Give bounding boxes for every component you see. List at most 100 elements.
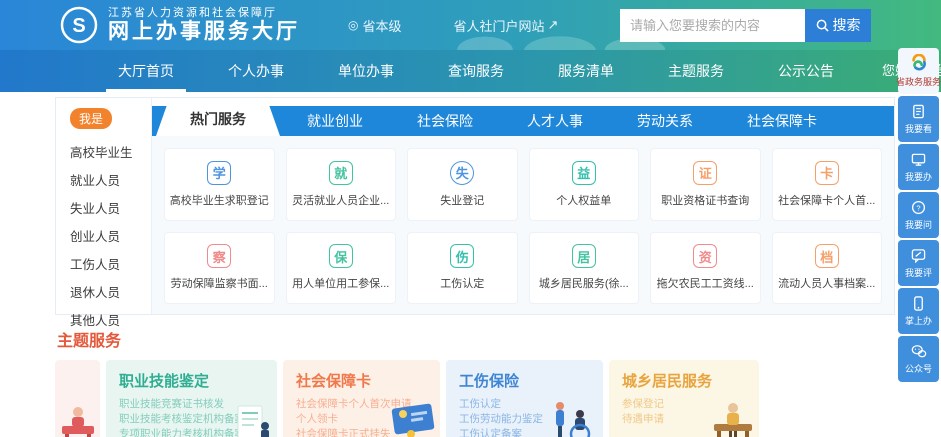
social-card-illustration-icon [385,402,437,437]
nav-item-service-list[interactable]: 服务清单 [552,50,620,92]
archive-doc-icon: 档 [815,244,839,268]
quickbar-wechat[interactable]: 公众号 [898,336,939,382]
quickbar-ask[interactable]: ? 我要问 [898,192,939,238]
service-grid: 学 高校毕业生求职登记 就 灵活就业人员企业... 失 失业登记 益 个人权益单… [152,136,894,314]
service-card[interactable]: 失 失业登记 [407,148,518,221]
service-label: 个人权益单 [556,192,611,208]
flexible-employment-doc-icon: 就 [329,161,353,185]
social-security-card-icon: 卡 [815,161,839,185]
identity-badge: 我是 [70,108,112,129]
theme-card-partial[interactable] [55,360,100,437]
unemployment-circle-icon: 失 [450,161,474,185]
service-card[interactable]: 察 劳动保障监察书面... [164,232,275,305]
nav-item-home[interactable]: 大厅首页 [112,50,180,92]
svg-text:?: ? [916,203,920,212]
nav-item-query[interactable]: 查询服务 [442,50,510,92]
theme-carousel: 职业技能鉴定 职业技能竞赛证书核发 职业技能考核鉴定机构备案 专项职业能力考核机… [55,360,895,437]
quickbar-label: 我要问 [905,218,932,231]
quickbar-label: 我要办 [905,170,932,183]
service-label: 社会保障卡个人首... [778,192,875,208]
theme-card-title: 社会保障卡 [296,370,440,391]
quickbar-gov-services[interactable]: 省政务服务 [898,48,939,94]
sidebar-item-injured[interactable]: 工伤人员 [70,254,151,273]
identity-sidebar: 我是 高校毕业生 就业人员 失业人员 创业人员 工伤人员 退休人员 其他人员 [56,98,152,314]
document-icon [911,104,926,119]
theme-card-work-injury[interactable]: 工伤保险 工伤认定 工伤劳动能力鉴定 工伤认定备案 [446,360,603,437]
service-tabbar: 热门服务 就业创业 社会保险 人才人事 劳动关系 社会保障卡 [152,106,894,136]
theme-card-title: 工伤保险 [459,370,603,391]
service-card[interactable]: 益 个人权益单 [529,148,640,221]
sidebar-item-unemployed[interactable]: 失业人员 [70,198,151,217]
location-pin-icon: ◎ [348,18,358,32]
monitor-icon [911,152,926,167]
service-label: 用人单位用工参保... [292,275,389,291]
svg-text:S: S [72,15,85,37]
service-card[interactable]: 证 职业资格证书查询 [650,148,761,221]
search-button[interactable]: 搜索 [805,9,871,42]
header-decoration [455,24,665,50]
tab-hot-services[interactable]: 热门服务 [156,102,280,136]
sidebar-item-graduate[interactable]: 高校毕业生 [70,142,151,161]
nav-item-announcements[interactable]: 公示公告 [772,50,840,92]
search-icon [816,19,829,32]
theme-services-title: 主题服务 [57,327,895,351]
inspection-envelope-icon: 察 [207,244,231,268]
elderly-bench-illustration-icon [710,400,756,437]
service-card[interactable]: 档 流动人员人事档案... [772,232,883,305]
theme-card-social-card[interactable]: 社会保障卡 社会保障卡个人首次申请 个人领卡 社会保障卡正式挂失 [283,360,440,437]
quickbar-label: 掌上办 [905,314,932,327]
employer-insurance-icon: 保 [329,244,353,268]
tab-employment[interactable]: 就业创业 [280,106,390,136]
tab-labor-relations[interactable]: 劳动关系 [610,106,720,136]
quickbar-mobile[interactable]: 掌上办 [898,288,939,334]
rights-record-icon: 益 [572,161,596,185]
service-card[interactable]: 保 用人单位用工参保... [286,232,397,305]
header: S 江苏省人力资源和社会保障厅 网上办事服务大厅 ◎ 省本级 省人社门户网站 ↗… [0,0,941,50]
tab-social-insurance[interactable]: 社会保险 [390,106,500,136]
service-card[interactable]: 居 城乡居民服务(徐... [529,232,640,305]
question-bubble-icon: ? [911,200,926,215]
portal-page: S 江苏省人力资源和社会保障厅 网上办事服务大厅 ◎ 省本级 省人社门户网站 ↗… [0,0,941,437]
quickbar-handle[interactable]: 我要办 [898,144,939,190]
tab-talent[interactable]: 人才人事 [500,106,610,136]
service-label: 高校毕业生求职登记 [170,192,269,208]
quickbar-view[interactable]: 我要看 [898,96,939,142]
service-label: 城乡居民服务(徐... [539,275,629,291]
portal-name: 网上办事服务大厅 [108,20,300,44]
sidebar-item-entrepreneur[interactable]: 创业人员 [70,226,151,245]
wage-envelope-icon: 资 [693,244,717,268]
service-label: 流动人员人事档案... [778,275,875,291]
nav-item-employer[interactable]: 单位办事 [332,50,400,92]
theme-card-skill-appraisal[interactable]: 职业技能鉴定 职业技能竞赛证书核发 职业技能考核鉴定机构备案 专项职业能力考核机… [106,360,277,437]
service-panel: 热门服务 就业创业 社会保险 人才人事 劳动关系 社会保障卡 学 高校毕业生求职… [152,98,894,314]
site-title: 江苏省人力资源和社会保障厅 网上办事服务大厅 [108,6,300,44]
wheelchair-illustration-icon [550,400,600,437]
quickbar-label: 公众号 [905,362,932,375]
nav-item-personal[interactable]: 个人办事 [222,50,290,92]
hrss-logo-icon: S [60,6,98,44]
tab-social-card[interactable]: 社会保障卡 [720,106,844,136]
quickbar-review[interactable]: 我要评 [898,240,939,286]
service-label: 劳动保障监察书面... [171,275,268,291]
service-card[interactable]: 就 灵活就业人员企业... [286,148,397,221]
service-card[interactable]: 卡 社会保障卡个人首... [772,148,883,221]
quickbar-label: 省政务服务 [896,75,941,88]
sidebar-item-retired[interactable]: 退休人员 [70,282,151,301]
service-card[interactable]: 资 拖欠农民工工资线... [650,232,761,305]
resident-service-doc-icon: 居 [572,244,596,268]
comment-edit-icon [911,248,926,263]
theme-card-title: 职业技能鉴定 [119,370,277,391]
theme-card-resident-services[interactable]: 城乡居民服务 参保登记 待遇申请 [609,360,759,437]
service-label: 职业资格证书查询 [661,192,749,208]
certificate-person-illustration-icon [232,404,274,437]
sidebar-item-employed[interactable]: 就业人员 [70,170,151,189]
work-injury-person-icon: 伤 [450,244,474,268]
service-label: 工伤认定 [440,275,484,291]
service-label: 失业登记 [440,192,484,208]
service-label: 灵活就业人员企业... [292,192,389,208]
nav-item-theme[interactable]: 主题服务 [662,50,730,92]
service-card[interactable]: 伤 工伤认定 [407,232,518,305]
quickbar: 省政务服务 我要看 我要办 ? 我要问 [898,48,939,382]
service-card[interactable]: 学 高校毕业生求职登记 [164,148,275,221]
region-selector[interactable]: ◎ 省本级 [348,16,402,35]
